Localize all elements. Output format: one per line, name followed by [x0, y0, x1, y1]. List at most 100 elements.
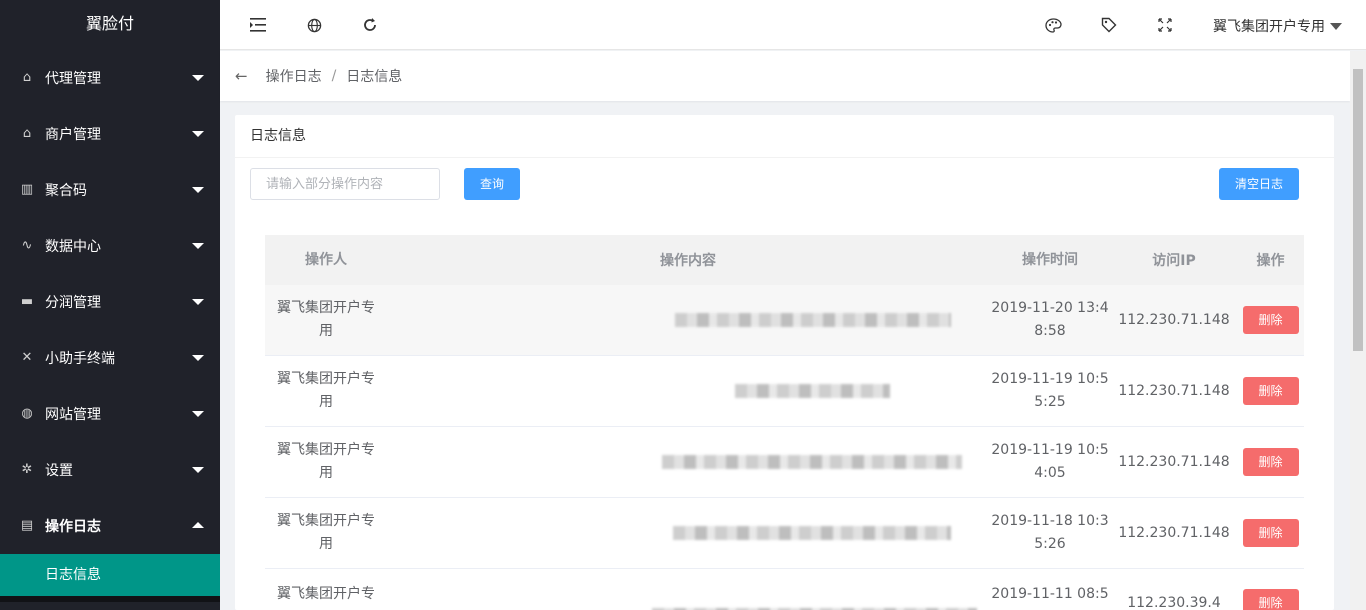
- chevron-down-icon: [192, 243, 204, 249]
- back-arrow-icon[interactable]: ←: [235, 67, 248, 85]
- monitor-icon: ▬: [20, 294, 34, 309]
- action-cell: 删除: [1237, 519, 1304, 547]
- time-cell: 2019-11-20 13:4 8:58: [989, 297, 1111, 343]
- delete-button[interactable]: 删除: [1242, 377, 1299, 405]
- operator-cell: 翼飞集团开户专用: [265, 439, 387, 485]
- sidebar-item-terminal[interactable]: ✕ 小助手终端: [0, 330, 220, 386]
- content-cell: [387, 498, 989, 568]
- table-row: 翼飞集团开户专用 2019-11-19 10:5 4:05 112.230.71.…: [265, 427, 1304, 498]
- sidebar-item-settings[interactable]: ✲ 设置: [0, 442, 220, 498]
- operator-line: 用: [319, 465, 333, 481]
- sidebar-item-website[interactable]: ◍ 网站管理: [0, 386, 220, 442]
- delete-button[interactable]: 删除: [1242, 519, 1299, 547]
- time-line: 2019-11-20 13:4: [991, 300, 1109, 316]
- table-row: 翼飞集团开户专 2019-11-11 08:5 112.230.39.4 删除: [265, 569, 1304, 610]
- chevron-down-icon: [192, 75, 204, 81]
- operator-line: 翼飞集团开户专: [277, 371, 375, 387]
- content-cell: [387, 427, 989, 497]
- search-button[interactable]: 查询: [464, 168, 520, 200]
- sidebar-item-merchant[interactable]: ⌂ 商户管理: [0, 106, 220, 162]
- breadcrumb: ← 操作日志 / 日志信息: [220, 51, 1350, 101]
- operator-line: 翼飞集团开户专: [277, 300, 375, 316]
- chevron-down-icon: [192, 355, 204, 361]
- clear-log-button[interactable]: 清空日志: [1219, 168, 1299, 200]
- breadcrumb-separator: /: [331, 68, 337, 84]
- time-line: 2019-11-11 08:5: [991, 586, 1109, 602]
- vertical-scrollbar[interactable]: [1350, 51, 1366, 610]
- ip-cell: 112.230.71.148: [1118, 454, 1230, 470]
- operator-line: 翼飞集团开户专: [277, 513, 375, 529]
- table-row: 翼飞集团开户专用 2019-11-18 10:3 5:26 112.230.71.…: [265, 498, 1304, 569]
- log-table: 操作人 操作内容 操作时间 访问IP 操作 翼飞集团开户专用 2019-11-2…: [265, 235, 1304, 610]
- home-icon: ⌂: [22, 70, 32, 85]
- operator-cell: 翼飞集团开户专用: [265, 297, 387, 343]
- table-row: 翼飞集团开户专用 2019-11-19 10:5 5:25 112.230.71.…: [265, 356, 1304, 427]
- search-input[interactable]: [250, 168, 440, 200]
- header-content: 操作内容: [660, 253, 716, 269]
- time-line: 2019-11-18 10:3: [991, 513, 1109, 529]
- content-cell: [387, 285, 989, 355]
- refresh-icon[interactable]: [361, 16, 379, 34]
- sidebar-item-label: 分润管理: [45, 295, 101, 311]
- globe-icon[interactable]: [305, 16, 323, 34]
- sidebar-item-label: 网站管理: [45, 407, 101, 423]
- breadcrumb-parent[interactable]: 操作日志: [266, 66, 322, 86]
- delete-button[interactable]: 删除: [1242, 306, 1299, 334]
- header-time: 操作时间: [1022, 251, 1078, 268]
- log-icon: ▤: [20, 518, 34, 533]
- blurred-content: [735, 384, 890, 398]
- operator-cell: 翼飞集团开户专: [265, 583, 387, 606]
- fullscreen-icon[interactable]: [1156, 16, 1174, 34]
- time-cell: 2019-11-18 10:3 5:26: [989, 510, 1111, 556]
- content-cell: [387, 583, 989, 610]
- table-header: 操作人 操作内容 操作时间 访问IP 操作: [265, 235, 1304, 285]
- sidebar-item-label: 代理管理: [45, 71, 101, 87]
- content-cell: [387, 356, 989, 426]
- operator-line: 翼飞集团开户专: [277, 442, 375, 458]
- header-ip: 访问IP: [1152, 253, 1196, 269]
- action-cell: 删除: [1237, 583, 1304, 610]
- sidebar-item-label: 操作日志: [45, 519, 101, 535]
- time-line: 5:26: [1034, 536, 1066, 552]
- sidebar-item-label: 聚合码: [45, 183, 87, 199]
- tag-icon[interactable]: [1100, 16, 1118, 34]
- log-card: 日志信息 查询 清空日志 操作人 操作内容 操作时间 访问IP 操作 翼飞集团开…: [235, 115, 1334, 610]
- palette-icon[interactable]: [1044, 16, 1062, 34]
- delete-button[interactable]: 删除: [1242, 589, 1299, 610]
- chevron-up-icon: [192, 522, 204, 528]
- sidebar-item-aggregate-code[interactable]: ▥ 聚合码: [0, 162, 220, 218]
- user-name: 翼飞集团开户专用: [1213, 19, 1325, 35]
- blurred-content: [675, 313, 951, 327]
- action-cell: 删除: [1237, 306, 1304, 334]
- delete-button[interactable]: 删除: [1242, 448, 1299, 476]
- sidebar-item-label: 商户管理: [45, 127, 101, 143]
- time-cell: 2019-11-11 08:5: [989, 583, 1111, 606]
- sidebar-item-operation-log[interactable]: ▤ 操作日志: [0, 498, 220, 554]
- chevron-down-icon: [192, 299, 204, 305]
- chevron-down-icon: [192, 411, 204, 417]
- chevron-down-icon: [192, 187, 204, 193]
- gear-icon: ✲: [21, 462, 33, 477]
- sidebar-subitem-log-info[interactable]: 日志信息: [0, 554, 220, 596]
- operator-line: 用: [319, 323, 333, 339]
- chevron-down-icon: [192, 467, 204, 473]
- time-line: 2019-11-19 10:5: [991, 442, 1109, 458]
- time-line: 4:05: [1034, 465, 1066, 481]
- menu-collapse-icon[interactable]: [249, 16, 267, 34]
- user-menu[interactable]: 翼飞集团开户专用: [1213, 16, 1342, 36]
- sidebar-item-data-center[interactable]: ∿ 数据中心: [0, 218, 220, 274]
- operator-cell: 翼飞集团开户专用: [265, 510, 387, 556]
- sidebar-item-agent[interactable]: ⌂ 代理管理: [0, 50, 220, 106]
- caret-down-icon: [1330, 22, 1342, 30]
- card-title: 日志信息: [235, 115, 1334, 158]
- action-cell: 删除: [1237, 377, 1304, 405]
- operator-line: 用: [319, 536, 333, 552]
- scrollbar-thumb[interactable]: [1353, 69, 1363, 351]
- sidebar-item-profit[interactable]: ▬ 分润管理: [0, 274, 220, 330]
- sidebar-item-label: 小助手终端: [45, 351, 115, 367]
- breadcrumb-current: 日志信息: [346, 69, 403, 85]
- chevron-down-icon: [192, 131, 204, 137]
- ip-cell: 112.230.71.148: [1118, 312, 1230, 328]
- sidebar-item-label: 设置: [45, 463, 73, 479]
- header-action: 操作: [1256, 253, 1285, 269]
